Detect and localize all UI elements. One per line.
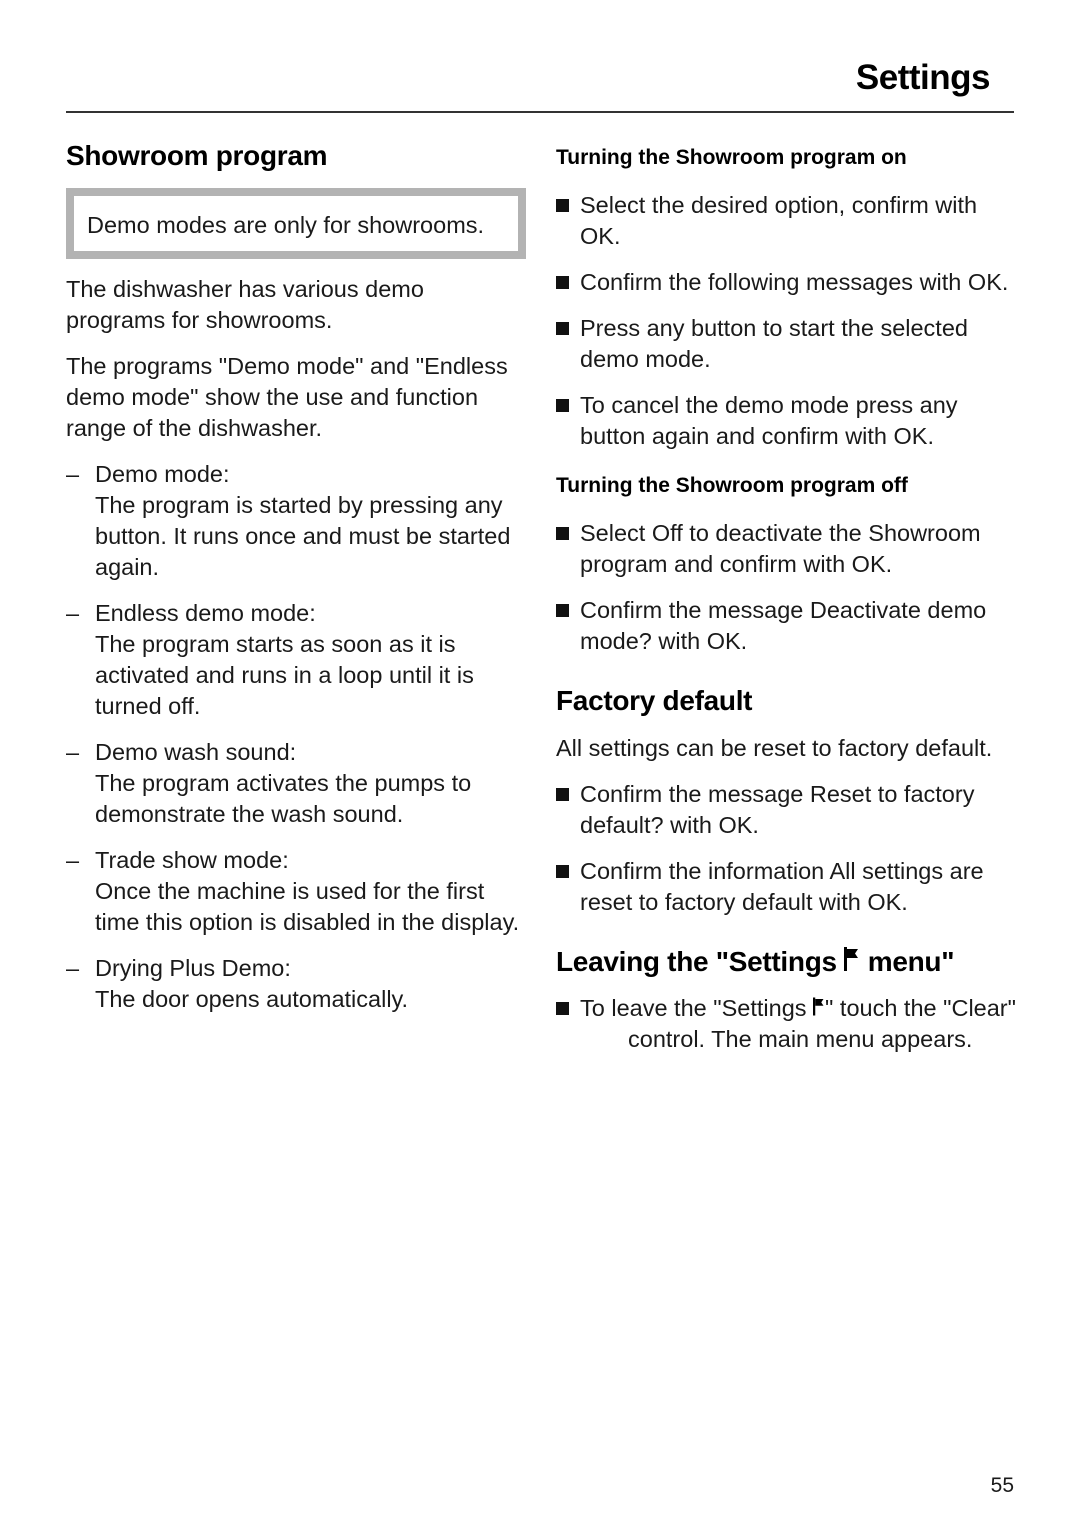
step-text: Select the desired option, confirm with … <box>580 192 978 249</box>
mode-text: Once the machine is used for the first t… <box>95 878 520 935</box>
dash-bullet: – <box>66 461 80 487</box>
right-column: Turning the Showroom program on Select t… <box>556 146 1021 1070</box>
factory-default-heading: Factory default <box>556 685 753 716</box>
factory-default-steps: Confirm the message Reset to factory def… <box>556 779 1021 918</box>
showroom-heading: Showroom program <box>66 140 328 171</box>
left-column: Showroom program Demo modes are only for… <box>66 140 526 1030</box>
list-item: To cancel the demo mode press any button… <box>556 390 1021 452</box>
square-bullet-icon <box>556 322 569 335</box>
list-item: – Demo mode: The program is started by p… <box>66 459 526 583</box>
list-item: – Endless demo mode: The program starts … <box>66 598 526 722</box>
list-item: Confirm the following messages with OK. <box>556 267 1021 298</box>
mode-text: The program is started by pressing any b… <box>95 492 511 580</box>
square-bullet-icon <box>556 276 569 289</box>
turning-on-steps: Select the desired option, confirm with … <box>556 190 1021 452</box>
leaving-settings-heading: Leaving the "Settings menu" <box>556 946 1021 978</box>
step-text: Select Off to deactivate the Showroom pr… <box>580 520 981 577</box>
mode-label: Drying Plus Demo: <box>95 955 291 981</box>
list-item: – Trade show mode: Once the machine is u… <box>66 845 526 938</box>
settings-flag-icon <box>813 997 825 1016</box>
square-bullet-icon <box>556 788 569 801</box>
step-text: Confirm the following messages with OK. <box>580 269 1009 295</box>
turning-off-heading: Turning the Showroom program off <box>556 474 908 497</box>
step-text: To leave the "Settings " touch the "Clea… <box>580 993 1021 1055</box>
list-item: To leave the "Settings " touch the "Clea… <box>556 993 1021 1055</box>
list-item: – Drying Plus Demo: The door opens autom… <box>66 953 526 1015</box>
description-paragraph: The programs "Demo mode" and "Endless de… <box>66 353 508 441</box>
settings-flag-icon <box>844 947 860 971</box>
mode-label: Endless demo mode: <box>95 600 316 626</box>
dash-bullet: – <box>66 955 80 981</box>
mode-text: The door opens automatically. <box>95 986 409 1012</box>
list-item: Select Off to deactivate the Showroom pr… <box>556 518 1021 580</box>
list-item: Confirm the message Deactivate demo mode… <box>556 595 1021 657</box>
step-text: To cancel the demo mode press any button… <box>580 392 958 449</box>
list-item: Select the desired option, confirm with … <box>556 190 1021 252</box>
demo-mode-list: – Demo mode: The program is started by p… <box>66 459 526 1015</box>
heading-text: menu" <box>860 946 955 977</box>
dash-bullet: – <box>66 739 80 765</box>
list-item: Confirm the message Reset to factory def… <box>556 779 1021 841</box>
step-text: Confirm the message Deactivate demo mode… <box>580 597 987 654</box>
dash-bullet: – <box>66 847 80 873</box>
list-item: Press any button to start the selected d… <box>556 313 1021 375</box>
step-text-part: control. The main menu appears. <box>628 1026 973 1052</box>
dash-bullet: – <box>66 600 80 626</box>
factory-default-intro: All settings can be reset to factory def… <box>556 735 993 761</box>
page-number: 55 <box>990 1474 1014 1497</box>
square-bullet-icon <box>556 1002 569 1015</box>
mode-label: Demo wash sound: <box>95 739 297 765</box>
header-divider <box>66 111 1014 113</box>
leaving-steps: To leave the "Settings " touch the "Clea… <box>556 993 1021 1055</box>
square-bullet-icon <box>556 199 569 212</box>
step-text: Confirm the message Reset to factory def… <box>580 781 975 838</box>
mode-label: Demo mode: <box>95 461 230 487</box>
mode-text: The program activates the pumps to demon… <box>95 770 472 827</box>
mode-label: Trade show mode: <box>95 847 289 873</box>
list-item: – Demo wash sound: The program activates… <box>66 737 526 830</box>
turning-off-steps: Select Off to deactivate the Showroom pr… <box>556 518 1021 657</box>
intro-paragraph: The dishwasher has various demo programs… <box>66 276 424 333</box>
note-box: Demo modes are only for showrooms. <box>66 188 526 259</box>
square-bullet-icon <box>556 604 569 617</box>
step-text: Press any button to start the selected d… <box>580 315 968 372</box>
square-bullet-icon <box>556 865 569 878</box>
square-bullet-icon <box>556 399 569 412</box>
heading-text: Leaving the "Settings <box>556 946 845 977</box>
step-text: Confirm the information All settings are… <box>580 858 984 915</box>
mode-text: The program starts as soon as it is acti… <box>95 631 474 719</box>
square-bullet-icon <box>556 527 569 540</box>
note-text: Demo modes are only for showrooms. <box>87 212 485 238</box>
turning-on-heading: Turning the Showroom program on <box>556 146 907 169</box>
step-text-part: " touch the "Clear" <box>825 995 1016 1021</box>
list-item: Confirm the information All settings are… <box>556 856 1021 918</box>
step-text-part: To leave the "Settings <box>580 995 814 1021</box>
section-title: Settings <box>855 58 991 97</box>
